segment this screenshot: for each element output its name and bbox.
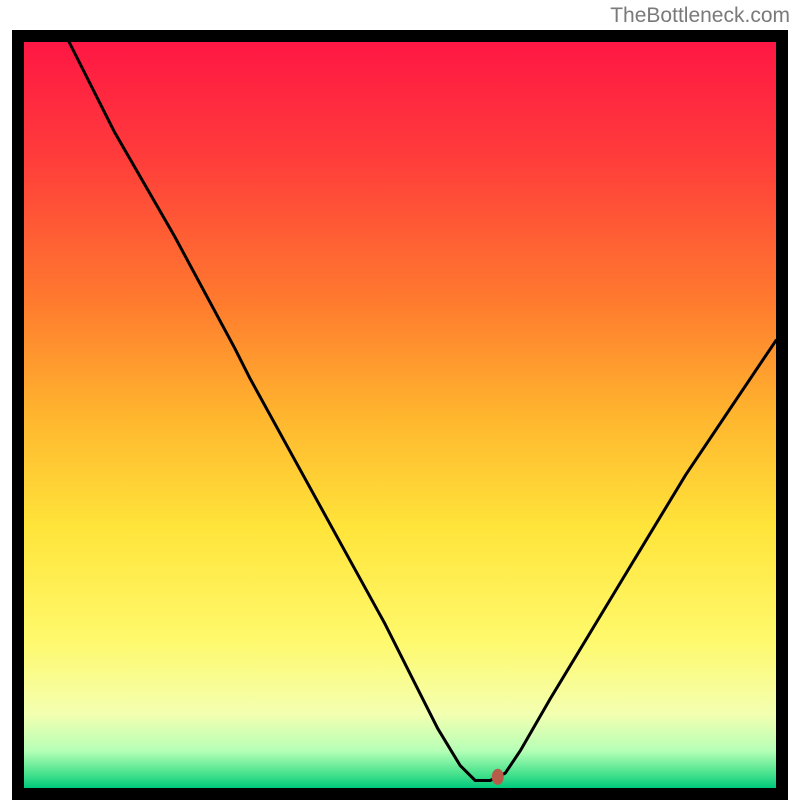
plot-area (24, 42, 776, 788)
chart-frame (12, 30, 788, 800)
chart-container: TheBottleneck.com (0, 0, 800, 800)
watermark-text: TheBottleneck.com (610, 4, 790, 28)
chart-svg (24, 42, 776, 788)
gradient-background (24, 42, 776, 788)
optimal-point (492, 769, 504, 785)
